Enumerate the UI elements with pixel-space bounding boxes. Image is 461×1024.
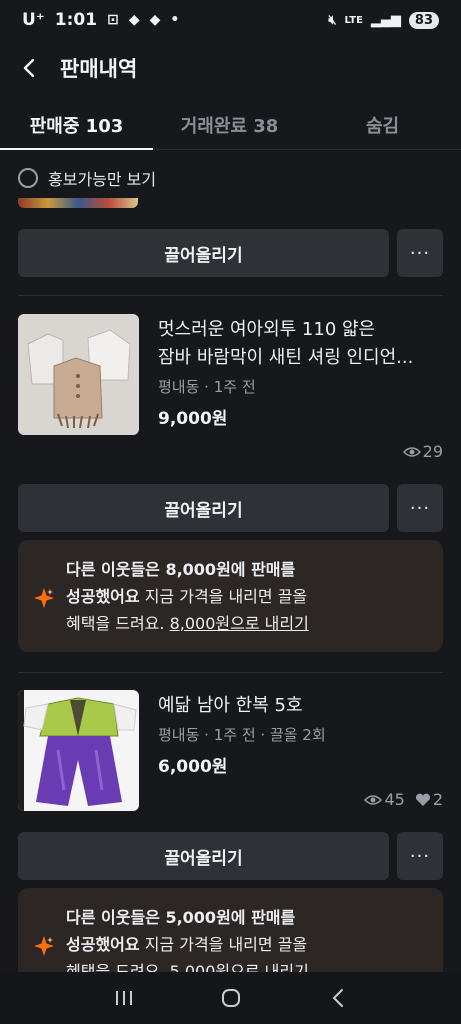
promo-body: 지금 가격을 내리면 끌올 bbox=[139, 587, 308, 606]
home-button[interactable] bbox=[211, 978, 251, 1018]
app-header: 판매내역 bbox=[0, 40, 461, 96]
item-price: 9,000원 bbox=[158, 409, 228, 429]
promo-body-2: 혜택을 드려요. bbox=[66, 614, 170, 633]
tab-bar: 판매중 103 거래완료 38 숨김 bbox=[0, 100, 461, 150]
back-icon bbox=[332, 989, 343, 1007]
battery-level: 83 bbox=[414, 12, 433, 28]
screenshot-icon: ⊡ bbox=[107, 12, 119, 28]
bump-button[interactable]: 끌어올리기 bbox=[18, 484, 389, 532]
signal-icon: ▂▄▆ bbox=[370, 12, 401, 28]
item-actions: 끌어올리기 ··· bbox=[18, 484, 443, 532]
sparkle-icon bbox=[34, 588, 54, 608]
tab-hidden[interactable]: 숨김 bbox=[306, 100, 459, 149]
item-title-line: 잠바 바람막이 새틴 셔링 인디언... bbox=[158, 347, 414, 368]
promo-text: 다른 이웃들은 8,000원에 판매를 성공했어요 지금 가격을 내리면 끌올 … bbox=[66, 556, 429, 637]
promo-text: 다른 이웃들은 5,000원에 판매를 성공했어요 지금 가격을 내리면 끌올 … bbox=[66, 904, 429, 972]
eye-icon bbox=[402, 446, 421, 457]
previous-item-thumbnail-edge bbox=[18, 198, 138, 208]
home-icon bbox=[221, 989, 240, 1007]
filter-label: 홍보가능만 보기 bbox=[48, 170, 157, 189]
item-actions: 끌어올리기 ··· bbox=[18, 229, 443, 277]
item-price: 6,000원 bbox=[158, 757, 228, 777]
lower-price-link[interactable]: 5,000원으로 내리기 bbox=[170, 962, 309, 972]
chevron-left-icon bbox=[23, 58, 35, 78]
hanbok-photo bbox=[18, 690, 139, 811]
battery-indicator: 83 bbox=[408, 11, 439, 29]
item-title-line: 멋스러운 여아외투 110 얇은 bbox=[158, 319, 376, 340]
promo-headline: 다른 이웃들은 8,000원에 판매를 bbox=[66, 560, 296, 579]
item-title: 멋스러운 여아외투 110 얇은 잠바 바람막이 새틴 셔링 인디언... bbox=[158, 316, 444, 372]
carrier-label: U⁺ bbox=[22, 10, 45, 30]
item-stats: 45 2 bbox=[358, 790, 443, 809]
view-count-value: 45 bbox=[384, 790, 405, 809]
like-count: 2 bbox=[415, 790, 443, 809]
recent-apps-button[interactable] bbox=[104, 978, 144, 1018]
item-thumbnail bbox=[18, 314, 139, 435]
recents-icon bbox=[115, 991, 132, 1005]
page-title: 판매내역 bbox=[60, 57, 138, 81]
promo-headline-2: 성공했어요 bbox=[66, 587, 140, 606]
list-item[interactable]: 멋스러운 여아외투 110 얇은 잠바 바람막이 새틴 셔링 인디언... 평내… bbox=[18, 314, 444, 461]
item-meta: 평내동 · 1주 전 bbox=[158, 378, 256, 396]
view-count: 45 bbox=[364, 790, 405, 809]
status-right: 🔇︎ LTE ▂▄▆ 83 bbox=[328, 11, 439, 29]
like-count-value: 2 bbox=[432, 790, 443, 809]
mute-icon: 🔇︎ bbox=[328, 12, 337, 28]
sales-list[interactable]: 끌어올리기 ··· 멋스러운 여아외투 110 얇은 잠바 바람막이 새틴 셔링… bbox=[0, 198, 461, 972]
lower-price-link[interactable]: 8,000원으로 내리기 bbox=[170, 614, 309, 633]
filter-radio[interactable] bbox=[18, 168, 38, 188]
status-left: U⁺ 1:01 ⊡ ◆ ◆ • bbox=[22, 10, 179, 30]
item-title-line: 예닮 남아 한복 5호 bbox=[158, 695, 303, 716]
bump-button[interactable]: 끌어올리기 bbox=[18, 229, 389, 277]
sparkle-icon bbox=[34, 936, 54, 956]
tab-selling[interactable]: 판매중 103 bbox=[0, 100, 153, 150]
promo-filter[interactable]: 홍보가능만 보기 bbox=[18, 160, 156, 196]
divider bbox=[18, 295, 443, 296]
view-count: 29 bbox=[402, 442, 443, 461]
item-actions: 끌어올리기 ··· bbox=[18, 832, 443, 880]
bump-button[interactable]: 끌어올리기 bbox=[18, 832, 389, 880]
more-options-button[interactable]: ··· bbox=[397, 484, 443, 532]
dot-icon: • bbox=[170, 12, 180, 28]
price-suggestion-banner: 다른 이웃들은 5,000원에 판매를 성공했어요 지금 가격을 내리면 끌올 … bbox=[18, 888, 443, 972]
view-count-value: 29 bbox=[422, 442, 443, 461]
price-suggestion-banner: 다른 이웃들은 8,000원에 판매를 성공했어요 지금 가격을 내리면 끌올 … bbox=[18, 540, 443, 652]
tab-completed[interactable]: 거래완료 38 bbox=[153, 100, 306, 149]
more-options-button[interactable]: ··· bbox=[397, 832, 443, 880]
item-thumbnail bbox=[18, 690, 139, 811]
eye-icon bbox=[364, 794, 383, 805]
divider bbox=[18, 672, 443, 673]
app-icon: ◆ bbox=[128, 12, 140, 28]
list-item[interactable]: 예닮 남아 한복 5호 평내동 · 1주 전 · 끌올 2회 6,000원 45… bbox=[18, 690, 443, 830]
promo-headline-2: 성공했어요 bbox=[66, 935, 140, 954]
more-options-button[interactable]: ··· bbox=[397, 229, 443, 277]
status-bar: U⁺ 1:01 ⊡ ◆ ◆ • 🔇︎ LTE ▂▄▆ 83 bbox=[0, 0, 461, 40]
system-nav-bar bbox=[0, 972, 461, 1024]
promo-body: 지금 가격을 내리면 끌올 bbox=[139, 935, 308, 954]
network-label: LTE bbox=[344, 14, 363, 26]
back-button[interactable] bbox=[0, 40, 60, 96]
jacket-photo bbox=[18, 314, 139, 435]
promo-headline: 다른 이웃들은 5,000원에 판매를 bbox=[66, 908, 296, 927]
item-stats: 29 bbox=[397, 442, 443, 461]
promo-body-2: 혜택을 드려요. bbox=[66, 962, 170, 972]
item-meta: 평내동 · 1주 전 · 끌올 2회 bbox=[158, 726, 326, 744]
clock: 1:01 bbox=[54, 10, 98, 30]
heart-icon bbox=[415, 793, 430, 806]
app-icon: ◆ bbox=[149, 12, 161, 28]
item-title: 예닮 남아 한복 5호 bbox=[158, 692, 444, 720]
back-nav-button[interactable] bbox=[318, 978, 358, 1018]
